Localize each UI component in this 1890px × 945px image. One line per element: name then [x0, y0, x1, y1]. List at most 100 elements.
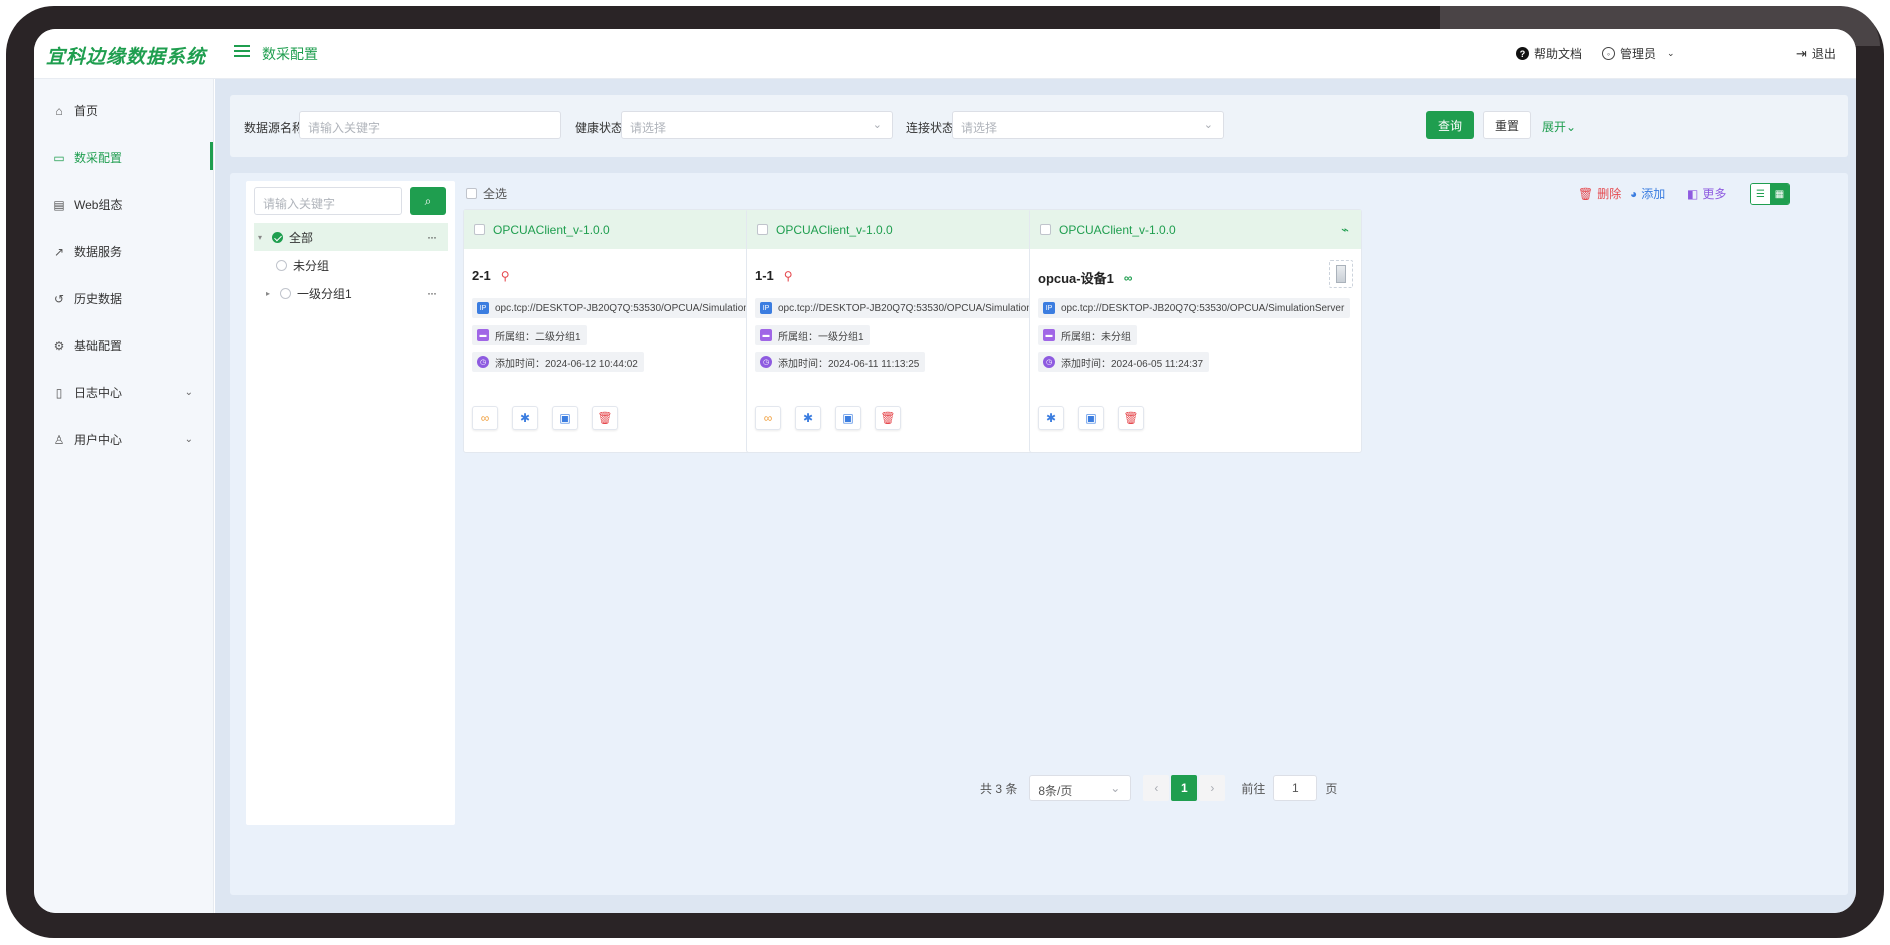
card-name-text: 1-1: [755, 268, 774, 283]
app-logo: 宜科边缘数据系统: [46, 47, 207, 68]
health-filter-label: 健康状态: [575, 121, 624, 135]
added-time-tag: ◷ 添加时间：2024-06-12 10:44:02: [472, 352, 644, 372]
added-time-text: 添加时间：2024-06-05 11:24:37: [1061, 358, 1204, 370]
endpoint-text: opc.tcp://DESKTOP-JB20Q7Q:53530/OPCUA/Si…: [1061, 302, 1345, 314]
page-size-select[interactable]: 8条/页 ⌄: [1029, 775, 1132, 801]
disconnected-icon: ⚲: [500, 268, 510, 283]
card-checkbox[interactable]: [757, 224, 768, 235]
sidebar-item-history[interactable]: ↺ 历史数据: [34, 275, 213, 322]
ip-icon: IP: [1043, 302, 1055, 314]
select-all-label: 全选: [483, 187, 508, 201]
logout-button[interactable]: ⇥ 退出: [1796, 45, 1836, 62]
group-tag: ▬ 所属组：二级分组1: [472, 325, 587, 345]
user-menu[interactable]: ◦ 管理员 ⌄: [1602, 45, 1675, 62]
delete-icon[interactable]: 🗑: [1118, 406, 1144, 430]
sidebar-item-web[interactable]: ▤ Web组态: [34, 181, 213, 228]
app-screen: 宜科边缘数据系统 数采配置 ? 帮助文档 ◦ 管理员 ⌄ ⇥ 退出 ⌂ 首页 ▭…: [34, 29, 1856, 913]
page-number-current[interactable]: 1: [1171, 775, 1198, 801]
conn-filter-label: 连接状态: [906, 121, 955, 135]
card-checkbox[interactable]: [1040, 224, 1051, 235]
connected-icon: ∞: [1123, 270, 1133, 285]
select-all-checkbox[interactable]: 全选: [466, 185, 507, 202]
clock-icon: ◷: [1043, 356, 1055, 368]
ip-icon: IP: [477, 302, 489, 314]
monitor-icon[interactable]: ▣: [1078, 406, 1104, 430]
history-icon: ↺: [53, 291, 65, 306]
device-card[interactable]: OPCUAClient_v-1.0.0 ⌁ opcua-设备1 ∞ IP opc…: [1029, 209, 1362, 453]
sidebar-item-label: 数采配置: [74, 151, 123, 165]
tree-search-button[interactable]: ⌕: [410, 187, 446, 215]
goto-label: 前往: [1241, 781, 1266, 796]
check-circle-icon: [272, 231, 283, 243]
filter-bar: 数据源名称 请输入关键字 健康状态 请选择 ⌄ 连接状态 请选择 ⌄ 查询 重置…: [230, 95, 1848, 157]
more-icon[interactable]: ···: [427, 230, 437, 244]
sidebar-item-basic-config[interactable]: ⚙ 基础配置: [34, 322, 213, 369]
card-name-text: 2-1: [472, 268, 491, 283]
name-filter-input[interactable]: 请输入关键字: [299, 111, 561, 139]
link-icon[interactable]: ∞: [472, 406, 498, 430]
prev-page-button[interactable]: ‹: [1143, 775, 1170, 801]
chevron-down-icon: ⌄: [184, 387, 193, 398]
help-docs-link[interactable]: ? 帮助文档: [1516, 45, 1582, 62]
chevron-down-icon: ⌄: [184, 434, 193, 445]
reset-button[interactable]: 重置: [1483, 111, 1531, 139]
next-page-button[interactable]: ›: [1199, 775, 1226, 801]
layers-icon: ◧: [1687, 186, 1699, 201]
folder-icon: ▬: [760, 329, 772, 341]
delete-button[interactable]: 🗑 删除: [1578, 185, 1621, 202]
health-filter-select[interactable]: 请选择 ⌄: [621, 111, 893, 139]
conn-filter-select[interactable]: 请选择 ⌄: [952, 111, 1224, 139]
endpoint-tag: IP opc.tcp://DESKTOP-JB20Q7Q:53530/OPCUA…: [472, 298, 785, 318]
added-time-text: 添加时间：2024-06-12 10:44:02: [495, 358, 638, 370]
more-button[interactable]: ◧ 更多: [1687, 185, 1726, 202]
query-button[interactable]: 查询: [1426, 111, 1474, 139]
endpoint-tag: IP opc.tcp://DESKTOP-JB20Q7Q:53530/OPCUA…: [755, 298, 1068, 318]
chevron-left-icon: ‹: [1154, 781, 1159, 795]
monitor-icon[interactable]: ▣: [552, 406, 578, 430]
card-title: opcua-设备1 ∞: [1038, 268, 1132, 287]
group-text: 所属组：二级分组1: [495, 331, 581, 343]
settings-icon[interactable]: ✱: [512, 406, 538, 430]
tree-node-group1[interactable]: ▸ 一级分组1 ···: [254, 279, 448, 307]
tree-search-placeholder: 请输入关键字: [263, 197, 336, 211]
group-tree: 请输入关键字 ⌕ ▾ 全部 ··· 未分组 ▸ 一级分组1 ···: [246, 181, 455, 825]
radio-icon: [276, 259, 287, 271]
grid-view-icon[interactable]: ▦: [1770, 184, 1789, 204]
card-header: OPCUAClient_v-1.0.0 ⌁: [1030, 210, 1361, 249]
settings-icon[interactable]: ✱: [1038, 406, 1064, 430]
add-button[interactable]: ◕ 添加: [1630, 185, 1665, 202]
sidebar-item-users[interactable]: ♙ 用户中心 ⌄: [34, 416, 213, 463]
goto-page-input[interactable]: 1: [1273, 775, 1318, 801]
help-docs-label: 帮助文档: [1534, 47, 1583, 61]
add-icon: ◕: [1630, 186, 1638, 201]
more-icon[interactable]: ···: [427, 286, 437, 300]
sidebar-item-data-collection[interactable]: ▭ 数采配置: [34, 134, 213, 181]
expand-toggle[interactable]: 展开⌄: [1542, 118, 1576, 135]
added-time-tag: ◷ 添加时间：2024-06-05 11:24:37: [1038, 352, 1210, 372]
link-icon[interactable]: ∞: [755, 406, 781, 430]
tree-node-ungrouped[interactable]: 未分组: [254, 251, 448, 279]
sidebar-item-label: 基础配置: [74, 339, 123, 353]
card-checkbox[interactable]: [474, 224, 485, 235]
sidebar-item-logs[interactable]: ▯ 日志中心 ⌄: [34, 369, 213, 416]
added-time-tag: ◷ 添加时间：2024-06-11 11:13:25: [755, 352, 926, 372]
more-label: 更多: [1702, 187, 1727, 201]
menu-toggle-icon[interactable]: [234, 45, 250, 59]
delete-icon[interactable]: 🗑: [875, 406, 901, 430]
card-tools: ✱ ▣ 🗑: [1038, 406, 1144, 430]
endpoint-tag: IP opc.tcp://DESKTOP-JB20Q7Q:53530/OPCUA…: [1038, 298, 1351, 318]
settings-icon[interactable]: ✱: [795, 406, 821, 430]
list-view-icon[interactable]: ☰: [1751, 184, 1770, 204]
chevron-right-icon: ›: [1210, 781, 1215, 795]
tree-node-all[interactable]: ▾ 全部 ···: [254, 223, 448, 251]
monitor-icon[interactable]: ▣: [835, 406, 861, 430]
tree-search-input[interactable]: 请输入关键字: [254, 187, 402, 215]
sidebar-item-label: Web组态: [74, 198, 123, 212]
sidebar-item-label: 首页: [74, 104, 99, 118]
sidebar-item-data-service[interactable]: ↗ 数据服务: [34, 228, 213, 275]
endpoint-text: opc.tcp://DESKTOP-JB20Q7Q:53530/OPCUA/Si…: [495, 302, 779, 314]
main-area: 数据源名称 请输入关键字 健康状态 请选择 ⌄ 连接状态 请选择 ⌄ 查询 重置…: [215, 79, 1856, 913]
sidebar-item-home[interactable]: ⌂ 首页: [34, 87, 213, 134]
delete-icon[interactable]: 🗑: [592, 406, 618, 430]
view-toggle: ☰ ▦: [1750, 183, 1790, 205]
